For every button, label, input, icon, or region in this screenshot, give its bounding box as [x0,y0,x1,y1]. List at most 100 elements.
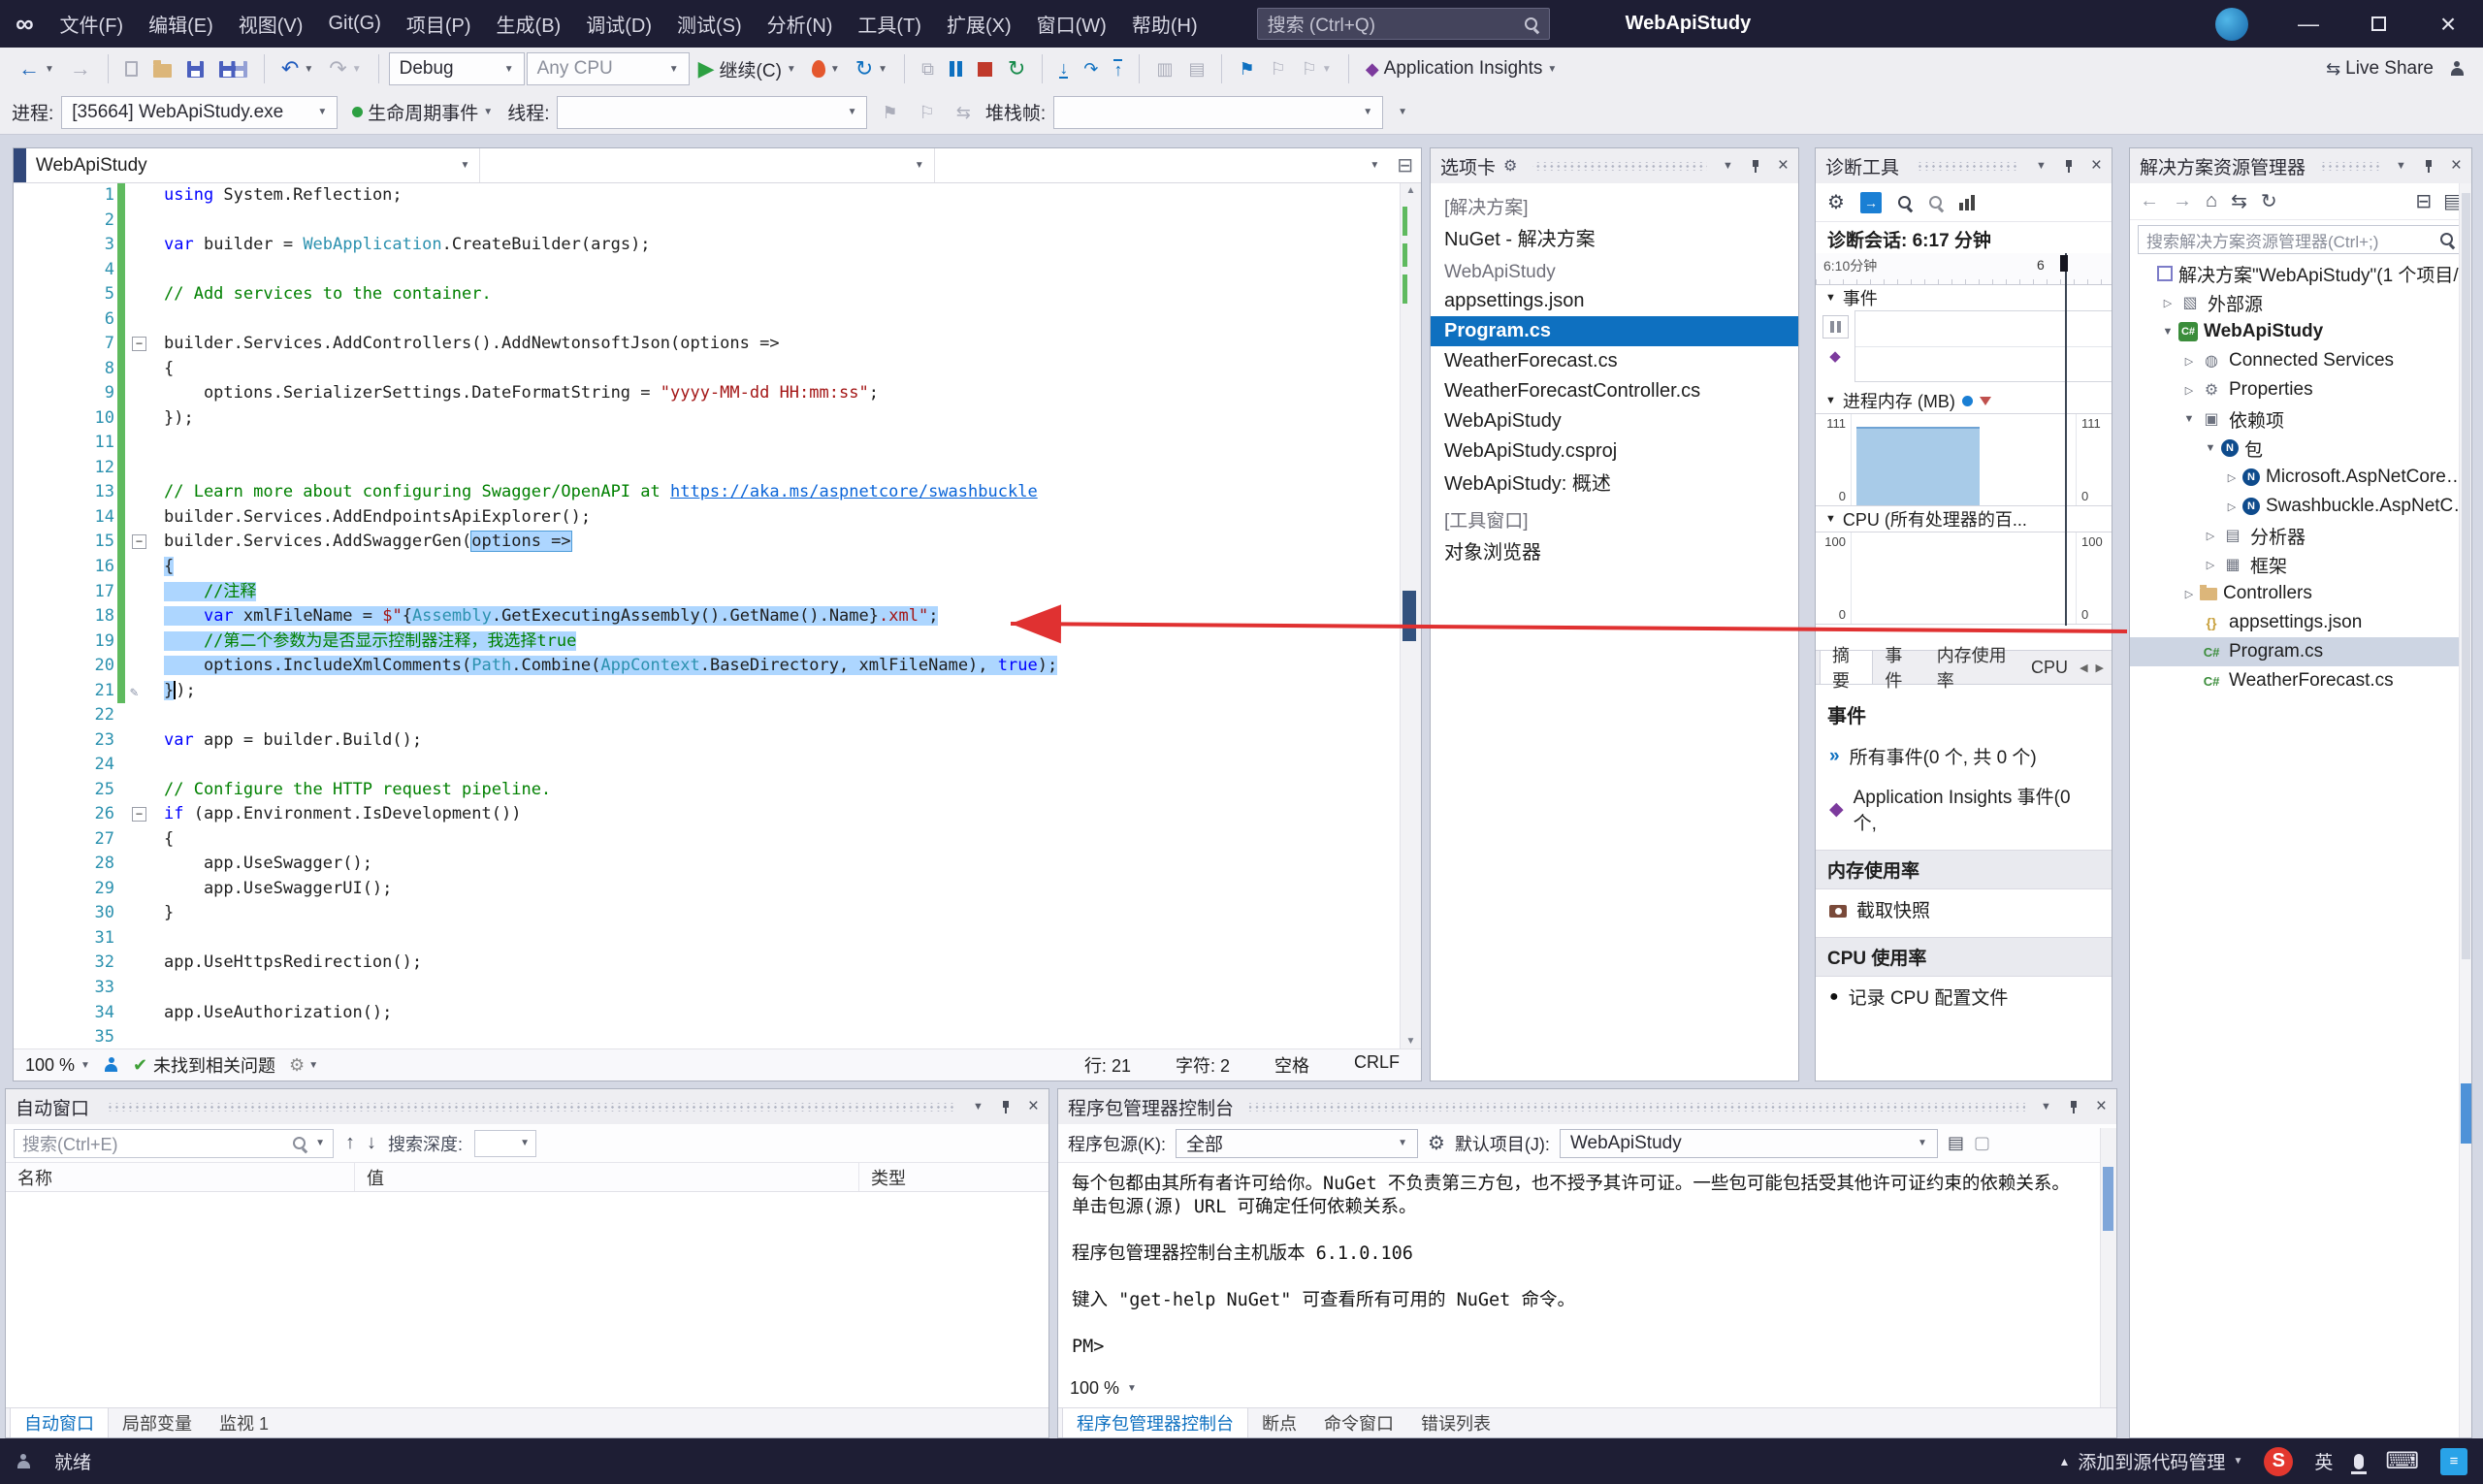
scroll-left-icon[interactable]: ◀ [2080,661,2087,674]
step-out-button[interactable]: ↑ [1107,51,1129,86]
code-text[interactable]: // Learn more about configuring Swagger/… [154,480,1400,505]
stop-console-icon[interactable]: ▢ [1974,1133,1990,1153]
scrollbar-thumb[interactable] [2103,1167,2113,1231]
split-window-button[interactable]: ⊟ [1389,148,1421,182]
code-text[interactable] [154,431,1400,456]
expander-icon[interactable]: ▷ [2221,500,2242,513]
fold-margin[interactable] [125,183,154,209]
expander-icon[interactable]: ▷ [2200,559,2221,571]
restart-debugging-button[interactable]: ↻ [1001,51,1032,86]
export-icon[interactable]: → [1860,192,1882,213]
home-icon[interactable]: ⌂ [2206,190,2217,212]
tool-window-tab[interactable]: 程序包管理器控制台 [1062,1408,1248,1437]
fold-margin[interactable] [125,728,154,754]
memory-chart[interactable]: 1110 1110 [1816,413,2112,506]
code-text[interactable]: } [154,901,1400,926]
breakpoint-margin[interactable] [14,1025,58,1048]
hot-reload-button[interactable]: ▼ [805,51,847,86]
breakpoint-margin[interactable] [14,209,58,234]
search-up-icon[interactable]: ↑ [345,1132,355,1154]
menu-item[interactable]: 扩展(X) [934,0,1024,48]
code-line[interactable]: 35 [14,1025,1400,1048]
column-header[interactable]: 类型 [859,1163,1048,1191]
search-down-icon[interactable]: ↓ [367,1132,376,1154]
fold-margin[interactable] [125,381,154,406]
code-text[interactable]: app.UseAuthorization(); [154,1001,1400,1026]
code-line[interactable]: 23var app = builder.Build(); [14,728,1400,754]
fold-margin[interactable]: ✎ [125,679,154,704]
timeline-sweep-handle[interactable] [2060,255,2068,272]
menu-item[interactable]: 测试(S) [664,0,755,48]
expander-icon[interactable]: ▷ [2178,355,2200,368]
code-line[interactable]: 12 [14,456,1400,481]
fold-margin[interactable] [125,629,154,655]
editor-drag-handle[interactable] [14,148,26,182]
menu-item[interactable]: 调试(D) [573,0,664,48]
open-tab-item[interactable]: 对象浏览器 [1431,535,1798,565]
close-icon[interactable]: × [1028,1096,1039,1117]
lifecycle-events-button[interactable]: 生命周期事件▼ [345,95,500,130]
code-text[interactable]: var xmlFileName = $"{Assembly.GetExecuti… [154,604,1400,629]
window-position-icon[interactable]: ▼ [2041,1101,2051,1113]
solution-configuration-dropdown[interactable]: Debug▼ [389,52,525,85]
code-line[interactable]: 6 [14,307,1400,333]
previous-bookmark-button[interactable]: ⚐ [1264,51,1293,86]
code-line[interactable]: 17 //注释 [14,580,1400,605]
fold-margin[interactable] [125,505,154,531]
close-icon[interactable]: × [2451,155,2462,177]
code-line[interactable]: 13// Learn more about configuring Swagge… [14,480,1400,505]
window-position-icon[interactable]: ▼ [2036,160,2047,172]
code-line[interactable]: 30} [14,901,1400,926]
cpu-chart[interactable]: 1000 1000 [1816,532,2112,625]
column-indicator[interactable]: 字符: 2 [1176,1052,1230,1078]
pin-icon[interactable] [1749,159,1762,174]
window-position-icon[interactable]: ▼ [973,1101,984,1113]
fold-collapse-icon[interactable]: − [132,337,146,351]
flag-just-my-code-button[interactable]: ⚐ [913,95,942,130]
pin-icon[interactable] [2062,159,2076,174]
fold-margin[interactable] [125,703,154,728]
code-text[interactable]: app.UseSwagger(); [154,852,1400,877]
tree-item[interactable]: ▼N包 [2130,434,2471,463]
chart-icon[interactable] [1959,195,1975,210]
live-share-button[interactable]: ⇆Live Share [2319,51,2440,86]
sogou-input-icon[interactable]: S [2264,1447,2293,1476]
code-line[interactable]: 21✎}); [14,679,1400,704]
fold-margin[interactable] [125,456,154,481]
continue-button[interactable]: ▶继续(C)▼ [692,51,803,86]
fold-margin[interactable] [125,307,154,333]
code-text[interactable] [154,258,1400,283]
breakpoint-margin[interactable] [14,901,58,926]
expander-icon[interactable]: ▼ [2200,442,2221,454]
application-insights-button[interactable]: ◆Application Insights▼ [1359,51,1564,86]
redo-button[interactable]: ↷▼ [322,51,368,86]
code-text[interactable] [154,753,1400,778]
autos-grid-body[interactable] [6,1192,1048,1405]
tool-window-tab[interactable]: 局部变量 [109,1408,206,1437]
type-navigator-dropdown[interactable]: ▼ [480,148,934,182]
pin-icon[interactable] [2422,159,2435,174]
open-tab-item[interactable]: WeatherForecastController.cs [1431,376,1798,406]
all-events-row[interactable]: »所有事件(0 个, 共 0 个) [1816,736,2112,776]
breakpoint-margin[interactable] [14,976,58,1001]
breakpoint-margin[interactable] [14,406,58,432]
code-text[interactable]: }); [154,679,1400,704]
break-all-button[interactable] [943,51,969,86]
breakpoint-margin[interactable] [14,753,58,778]
fold-margin[interactable] [125,753,154,778]
pmc-scrollbar[interactable] [2100,1128,2116,1407]
solution-explorer-scrollbar[interactable] [2459,183,2471,1437]
close-icon[interactable]: × [2091,155,2102,177]
back-icon[interactable]: ← [2140,190,2159,212]
breakpoint-margin[interactable] [14,282,58,307]
navigate-back-button[interactable]: ←▼ [12,51,61,86]
code-text[interactable]: // Configure the HTTP request pipeline. [154,778,1400,803]
line-indicator[interactable]: 行: 21 [1084,1052,1131,1078]
immediate-window-button[interactable]: ▤ [1181,51,1211,86]
events-track-lane[interactable] [1854,310,2112,382]
stack-frame-dropdown[interactable]: ▼ [1053,96,1383,129]
expander-icon[interactable]: ▷ [2200,530,2221,542]
code-text[interactable]: { [154,827,1400,853]
code-line[interactable]: 28 app.UseSwagger(); [14,852,1400,877]
breakpoint-margin[interactable] [14,703,58,728]
